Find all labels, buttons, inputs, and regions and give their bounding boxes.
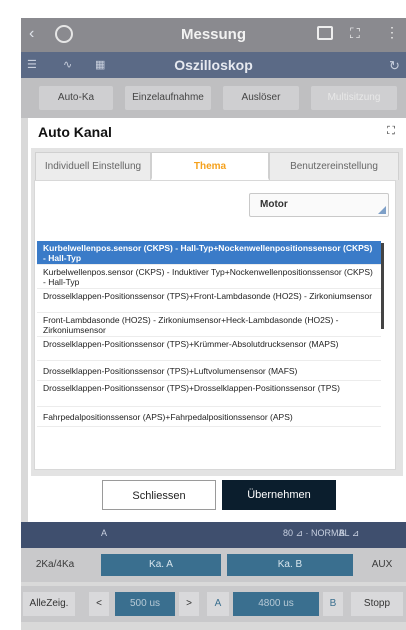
cursor-b-button[interactable]: B (323, 592, 343, 616)
list-scrollbar[interactable] (381, 243, 384, 329)
screen-icon[interactable] (317, 26, 333, 40)
channel-a-button[interactable]: Ka. A (101, 554, 221, 576)
channel-row: 2Ka/4Ka Ka. A Ka. B AUX (21, 548, 406, 582)
mode-bar: ☰ ∿ ▦ Oszilloskop ↻ (21, 52, 406, 78)
timebase-a-value[interactable]: 500 us (115, 592, 175, 616)
list-item[interactable]: Drosselklappen-Positionssensor (TPS)+Luf… (37, 361, 381, 381)
app-window: ‹ Messung ⛶ ⋮ ☰ ∿ ▦ Oszilloskop ↻ Auto-K… (21, 18, 406, 630)
refresh-icon[interactable]: ↻ (389, 58, 400, 74)
timebase-row: AlleZeig. < 500 us > A 4800 us B Stopp (21, 586, 406, 622)
toolbar-tab-auto-ka[interactable]: Auto-Ka (39, 86, 113, 110)
dialog-title: Auto Kanal (38, 124, 112, 140)
channel-mode-button[interactable]: 2Ka/4Ka (27, 554, 83, 576)
category-select-value: Motor (260, 199, 288, 210)
close-button[interactable]: Schliessen (102, 480, 216, 510)
scope-status: 80 ⊿ · NORMAL ⊿ (283, 528, 360, 538)
aux-button[interactable]: AUX (359, 554, 405, 576)
toolbar-tabs: Auto-Ka Einzelaufnahme Auslöser Multisit… (21, 78, 406, 118)
list-item[interactable]: Front-Lambdasonde (HO2S) - Zirkoniumsens… (37, 313, 381, 337)
fullscreen-icon[interactable]: ⛶ (350, 25, 360, 42)
list-item[interactable]: Drosselklappen-Positionssensor (TPS)+Fro… (37, 289, 381, 313)
more-icon[interactable]: ⋮ (385, 24, 399, 41)
stop-button[interactable]: Stopp (351, 592, 403, 616)
list-item[interactable]: Fahrpedalpositionssensor (APS)+Fahrpedal… (37, 407, 381, 427)
channel-b-button[interactable]: Ka. B (227, 554, 353, 576)
time-increase-button[interactable]: > (179, 592, 199, 616)
timebase-b-value[interactable]: 4800 us (233, 592, 319, 616)
theme-content: Motor Kurbelwellenpos.sensor (CKPS) - Ha… (34, 180, 396, 470)
list-item[interactable]: Kurbelwellenpos.sensor (CKPS) - Hall-Typ… (37, 241, 381, 265)
app-title: Messung (180, 26, 246, 43)
show-all-button[interactable]: AlleZeig. (23, 592, 75, 616)
toolbar-tab-trigger[interactable]: Auslöser (223, 86, 299, 110)
tab-theme[interactable]: Thema (151, 152, 269, 180)
channel-b-marker: B (339, 528, 346, 538)
list-item[interactable]: Kurbelwellenpos.sensor (CKPS) - Induktiv… (37, 265, 381, 289)
category-select[interactable]: Motor (249, 193, 389, 217)
top-bar: ‹ Messung ⛶ ⋮ (21, 18, 406, 52)
toolbar-tab-multi[interactable]: Multisitzung (311, 86, 397, 110)
list-item[interactable]: Drosselklappen-Positionssensor (TPS)+Dro… (37, 381, 381, 407)
apply-button[interactable]: Übernehmen (222, 480, 336, 510)
sensor-list: Kurbelwellenpos.sensor (CKPS) - Hall-Typ… (37, 241, 387, 429)
channel-a-marker: A (101, 528, 108, 538)
expand-icon[interactable]: ⛶ (384, 124, 398, 138)
toolbar-tab-single[interactable]: Einzelaufnahme (125, 86, 211, 110)
dialog-panel: Individuell Einstellung Thema Benutzerei… (31, 148, 403, 476)
scope-status-bar: A 80 ⊿ · NORMAL ⊿ B (21, 522, 406, 548)
mode-title: Oszilloskop (174, 57, 253, 73)
tab-user-settings[interactable]: Benutzereinstellung (269, 152, 399, 180)
dropdown-corner-icon (378, 206, 386, 214)
time-decrease-button[interactable]: < (89, 592, 109, 616)
tab-individual[interactable]: Individuell Einstellung (35, 152, 151, 180)
cursor-a-button[interactable]: A (207, 592, 229, 616)
list-item[interactable]: Drosselklappen-Positionssensor (TPS)+Krü… (37, 337, 381, 361)
auto-channel-dialog: Auto Kanal ⛶ Individuell Einstellung The… (28, 118, 406, 522)
